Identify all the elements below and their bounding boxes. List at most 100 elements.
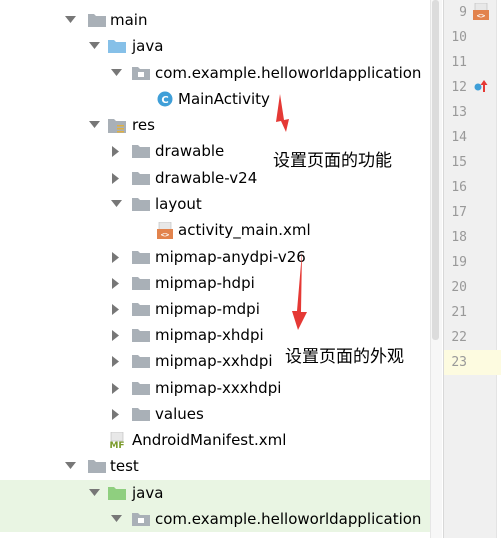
line-number: 16 bbox=[451, 180, 467, 195]
xml-file-icon: <> bbox=[156, 221, 174, 239]
red-arrow-annotation bbox=[292, 252, 307, 330]
chevron-right-icon[interactable] bbox=[110, 277, 122, 289]
chevron-down-icon[interactable] bbox=[64, 14, 76, 26]
source-folder-icon bbox=[108, 38, 126, 54]
tree-row[interactable]: test bbox=[0, 453, 430, 479]
tree-item-label: test bbox=[110, 457, 139, 475]
folder-icon bbox=[132, 380, 150, 396]
folder-icon bbox=[132, 353, 150, 369]
line-number: 22 bbox=[451, 330, 467, 345]
tree-item-label: java bbox=[132, 484, 164, 502]
folder-icon bbox=[132, 406, 150, 422]
tree-item-label: mipmap-hdpi bbox=[155, 274, 255, 292]
tree-row[interactable]: values bbox=[0, 401, 430, 427]
editor-area-edge bbox=[496, 0, 501, 538]
tree-item-label: mipmap-xxhdpi bbox=[155, 352, 273, 370]
xml-file-icon[interactable]: <> bbox=[473, 2, 489, 24]
line-number: 14 bbox=[451, 130, 467, 145]
chevron-right-icon[interactable] bbox=[110, 303, 122, 315]
resource-folder-icon bbox=[108, 117, 126, 133]
tree-item-label: values bbox=[155, 405, 204, 423]
override-up-arrow-icon[interactable] bbox=[473, 78, 489, 98]
tree-row[interactable]: java bbox=[0, 480, 430, 506]
package-icon bbox=[132, 511, 150, 527]
folder-icon bbox=[88, 458, 106, 474]
tree-item-label: res bbox=[132, 116, 155, 134]
tree-row[interactable]: java bbox=[0, 33, 430, 59]
annotation-mipmap-note: 设置页面的外观 bbox=[285, 347, 404, 367]
svg-text:C: C bbox=[161, 95, 168, 106]
chevron-right-icon[interactable] bbox=[110, 172, 122, 184]
tree-row[interactable]: com.example.helloworldapplication bbox=[0, 506, 430, 532]
folder-icon bbox=[88, 12, 106, 28]
tree-scrollbar-thumb[interactable] bbox=[432, 0, 439, 340]
tree-item-label: com.example.helloworldapplication bbox=[155, 510, 422, 528]
line-number: 17 bbox=[451, 205, 467, 220]
svg-text:MF: MF bbox=[109, 441, 124, 449]
line-number: 23 bbox=[451, 355, 467, 370]
tree-row[interactable]: mipmap-hdpi bbox=[0, 270, 430, 296]
line-number: 13 bbox=[451, 105, 467, 120]
chevron-down-icon[interactable] bbox=[88, 119, 100, 131]
tree-item-label: activity_main.xml bbox=[178, 221, 311, 239]
tree-row[interactable]: MF AndroidManifest.xml bbox=[0, 427, 430, 453]
chevron-right-icon[interactable] bbox=[110, 329, 122, 341]
tree-item-label: layout bbox=[155, 195, 202, 213]
tree-row[interactable]: res bbox=[0, 112, 430, 138]
tree-item-label: mipmap-anydpi-v26 bbox=[155, 248, 306, 266]
folder-icon bbox=[132, 170, 150, 186]
svg-text:<>: <> bbox=[477, 12, 485, 20]
tree-item-label: main bbox=[110, 11, 148, 29]
chevron-right-icon[interactable] bbox=[110, 251, 122, 263]
tree-item-label: drawable bbox=[155, 142, 225, 160]
tree-row[interactable]: mipmap-xxxhdpi bbox=[0, 375, 430, 401]
tree-item-label: mipmap-mdpi bbox=[155, 300, 260, 318]
chevron-right-icon[interactable] bbox=[110, 355, 122, 367]
red-arrow-annotation bbox=[276, 94, 289, 132]
line-number: 20 bbox=[451, 280, 467, 295]
chevron-down-icon[interactable] bbox=[110, 198, 122, 210]
tree-item-label: MainActivity bbox=[178, 90, 270, 108]
line-number: 21 bbox=[451, 305, 467, 320]
chevron-down-icon[interactable] bbox=[64, 460, 76, 472]
folder-icon bbox=[132, 275, 150, 291]
folder-icon bbox=[132, 249, 150, 265]
line-number: 10 bbox=[451, 30, 467, 45]
annotation-layout-note: 设置页面的功能 bbox=[273, 151, 392, 171]
folder-icon bbox=[132, 196, 150, 212]
chevron-down-icon[interactable] bbox=[110, 67, 122, 79]
tree-row[interactable]: layout bbox=[0, 191, 430, 217]
line-number: 12 bbox=[451, 80, 467, 95]
tree-item-label: drawable-v24 bbox=[155, 169, 258, 187]
tree-item-label: mipmap-xhdpi bbox=[155, 326, 264, 344]
folder-icon bbox=[132, 301, 150, 317]
tree-row[interactable]: C MainActivity bbox=[0, 86, 430, 112]
chevron-down-icon[interactable] bbox=[88, 487, 100, 499]
tree-row[interactable]: com.example.helloworldapplication bbox=[0, 60, 430, 86]
package-icon bbox=[132, 65, 150, 81]
folder-icon bbox=[132, 327, 150, 343]
java-class-icon: C bbox=[156, 91, 174, 107]
line-number: 18 bbox=[451, 230, 467, 245]
tree-item-label: AndroidManifest.xml bbox=[132, 431, 287, 449]
chevron-right-icon[interactable] bbox=[110, 382, 122, 394]
line-number: 11 bbox=[451, 55, 467, 70]
tree-item-label: mipmap-xxxhdpi bbox=[155, 379, 282, 397]
line-number: 15 bbox=[451, 155, 467, 170]
tree-row[interactable]: mipmap-mdpi bbox=[0, 296, 430, 322]
chevron-right-icon[interactable] bbox=[110, 408, 122, 420]
folder-icon bbox=[132, 143, 150, 159]
svg-text:<>: <> bbox=[161, 231, 169, 239]
tree-row[interactable]: mipmap-anydpi-v26 bbox=[0, 244, 430, 270]
test-source-folder-icon bbox=[108, 485, 126, 501]
project-tree: main java com.example.helloworldapplicatio… bbox=[0, 0, 430, 538]
manifest-file-icon: MF bbox=[108, 431, 126, 449]
tree-item-label: com.example.helloworldapplication bbox=[155, 64, 422, 82]
chevron-down-icon[interactable] bbox=[88, 40, 100, 52]
tree-row[interactable]: <> activity_main.xml bbox=[0, 217, 430, 243]
line-number: 9 bbox=[459, 5, 467, 20]
tree-row[interactable]: main bbox=[0, 7, 430, 33]
chevron-right-icon[interactable] bbox=[110, 145, 122, 157]
line-number: 19 bbox=[451, 255, 467, 270]
chevron-down-icon[interactable] bbox=[110, 513, 122, 525]
